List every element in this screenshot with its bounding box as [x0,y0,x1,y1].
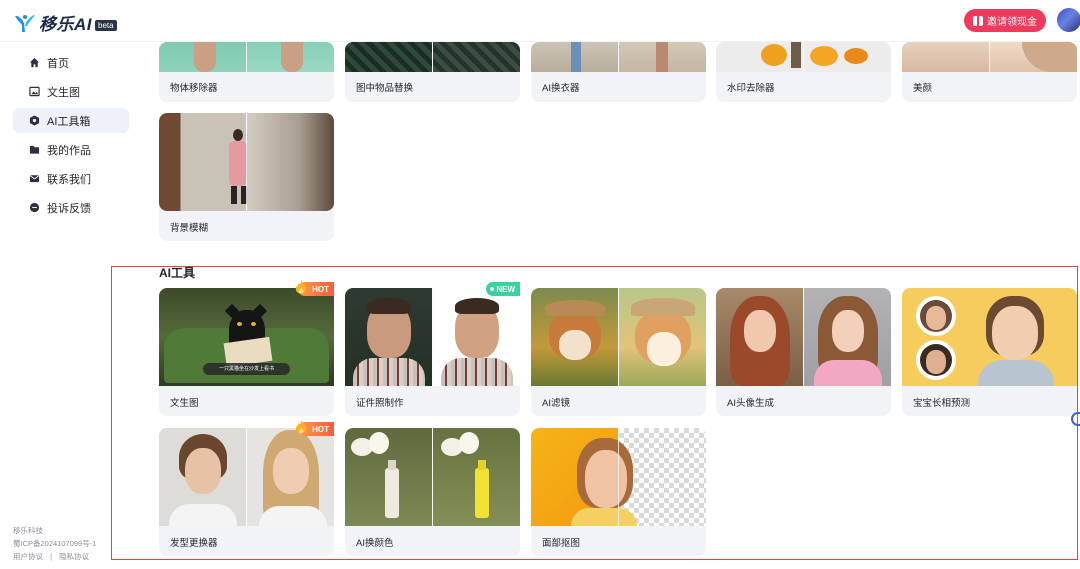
sidebar-item-feedback[interactable]: 投诉反馈 [13,195,129,220]
badge-text: HOT [312,284,329,294]
tool-card-face-cutout[interactable]: 面部抠图 [531,428,706,556]
sidebar-item-contact-us[interactable]: 联系我们 [13,166,129,191]
folder-icon [29,145,40,154]
sidebar-item-ai-toolbox[interactable]: AI工具箱 [13,108,129,133]
tool-label: 文生图 [170,398,199,409]
logo[interactable]: 移乐AI beta [14,10,117,35]
sidebar-item-label: AI工具箱 [47,115,91,128]
logo-icon [15,14,35,32]
icp-record[interactable]: 蜀ICP备2024107099号-1 [13,537,96,550]
tool-thumbnail [716,288,891,386]
sidebar-item-my-works[interactable]: 我的作品 [13,137,129,162]
tool-card-object-replace[interactable]: 图中物品替换 [345,42,520,102]
tool-thumbnail [902,42,1077,72]
sidebar-item-label: 首页 [47,57,69,70]
tool-label: 面部抠图 [542,538,581,549]
tool-label: 物体移除器 [170,83,218,94]
flame-icon [295,420,307,434]
tool-thumbnail: 一只黑猫坐在沙发上看书 [159,288,334,386]
hot-badge: HOT [295,280,334,296]
sidebar-footer: 移乐科技 蜀ICP备2024107099号-1 用户协议 | 隐私协议 [13,524,96,563]
footer-separator: | [50,552,53,561]
prompt-caption: 一只黑猫坐在沙发上看书 [218,366,274,372]
tool-label: AI头像生成 [727,398,774,409]
tool-label: AI滤镜 [542,398,570,409]
tool-thumbnail [531,42,706,72]
tool-thumbnail [345,42,520,72]
footer-links: 用户协议 | 隐私协议 [13,550,96,563]
tool-thumbnail [902,288,1077,386]
tool-label: AI换衣器 [542,83,580,94]
badge-text: HOT [312,424,329,434]
tool-label: 宝宝长相预测 [913,398,971,409]
beta-badge: beta [95,19,117,31]
tool-thumbnail [159,42,334,72]
tool-label: 美颜 [913,83,933,94]
sidebar: 首页 文生图 AI工具箱 我的作品 联系我们 投诉反馈 移乐科技 蜀ICP备20… [0,42,140,569]
avatar[interactable] [1057,8,1080,32]
toolbox-icon [29,115,40,126]
invite-cash-button[interactable]: 邀请领现金 [964,9,1046,32]
home-icon [29,57,40,68]
tool-card-object-remover[interactable]: 物体移除器 [159,42,334,102]
privacy-policy-link[interactable]: 隐私协议 [59,552,89,561]
tool-thumbnail [716,42,891,72]
mail-icon [29,175,40,183]
sidebar-item-text-to-image[interactable]: 文生图 [13,79,129,104]
image-icon [29,86,40,97]
tool-label: AI换颜色 [356,538,394,549]
sidebar-item-label: 投诉反馈 [47,202,91,215]
sidebar-item-label: 文生图 [47,86,80,99]
tool-thumbnail [159,428,334,526]
top-header: 移乐AI beta 邀请领现金 [0,0,1080,42]
tool-card-text-to-image[interactable]: 一只黑猫坐在沙发上看书 HOT 文生图 [159,280,334,416]
sidebar-item-label: 我的作品 [47,144,91,157]
floating-assistant-handle[interactable] [1071,412,1080,426]
tool-thumbnail [345,428,520,526]
tool-label: 水印去除器 [727,83,775,94]
hot-badge: HOT [295,420,334,436]
tool-card-ai-recolor[interactable]: AI换颜色 [345,428,520,556]
sidebar-item-home[interactable]: 首页 [13,50,129,75]
gift-icon [973,15,983,26]
tool-card-ai-outfit-change[interactable]: AI换衣器 [531,42,706,102]
sidebar-item-label: 联系我们 [47,173,91,186]
tool-card-id-photo[interactable]: NEW 证件照制作 [345,282,520,416]
tool-card-background-blur[interactable]: 背景模糊 [159,113,334,241]
badge-text: NEW [496,284,515,294]
tool-card-beauty[interactable]: 美颜 [902,42,1077,102]
feedback-icon [29,202,40,213]
dot-icon [490,287,495,291]
flame-icon [295,280,307,294]
user-agreement-link[interactable]: 用户协议 [13,552,43,561]
tool-thumbnail [531,428,706,526]
invite-cash-label: 邀请领现金 [987,17,1037,28]
logo-text: 移乐AI [39,15,92,34]
company-name: 移乐科技 [13,526,43,535]
tool-label: 发型更换器 [170,538,218,549]
tool-card-hairstyle-changer[interactable]: HOT 发型更换器 [159,420,334,556]
tool-label: 图中物品替换 [356,83,414,94]
tool-label: 证件照制作 [356,398,404,409]
tool-thumbnail [531,288,706,386]
tool-thumbnail [159,113,334,211]
tool-label: 背景模糊 [170,223,209,234]
tool-card-ai-avatar[interactable]: AI头像生成 [716,288,891,416]
new-badge: NEW [486,282,520,296]
tool-card-ai-filter[interactable]: AI滤镜 [531,288,706,416]
tool-thumbnail [345,288,520,386]
tool-card-watermark-remover[interactable]: 水印去除器 [716,42,891,102]
tool-card-baby-prediction[interactable]: 宝宝长相预测 [902,288,1077,416]
section-title-ai-tools: AI工具 [159,266,196,280]
